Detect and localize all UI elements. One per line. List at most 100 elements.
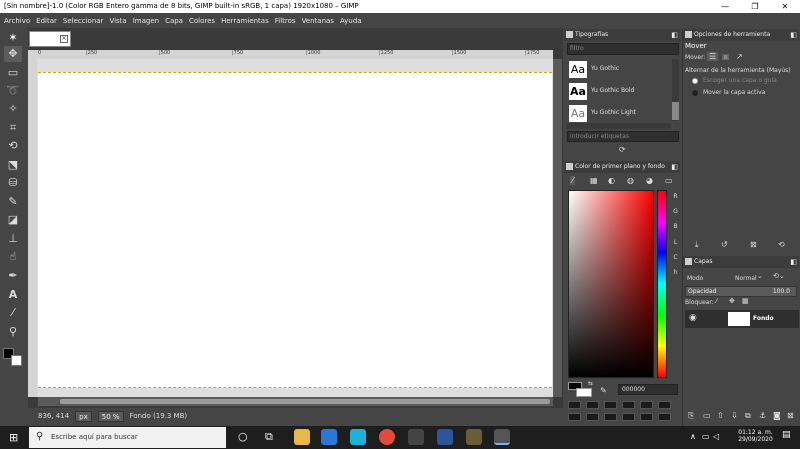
color-history-swatch[interactable] xyxy=(622,401,635,409)
duplicate-layer-icon[interactable]: ⧉ xyxy=(745,411,751,421)
color-history-icon[interactable]: ✎ xyxy=(600,386,607,395)
panel-menu-icon[interactable]: ◧ xyxy=(790,29,797,41)
unified-transform-tool-icon[interactable]: ⟲ xyxy=(4,138,22,154)
menu-ventanas[interactable]: Ventanas xyxy=(302,17,334,25)
wheel-selector-icon[interactable]: ◕ xyxy=(646,176,653,185)
color-history-swatch[interactable] xyxy=(604,413,617,421)
pick-layer-label[interactable]: Escoger una capa o guía xyxy=(703,77,777,84)
menu-archivo[interactable]: Archivo xyxy=(4,17,30,25)
lock-pixels-icon[interactable]: ⁄ xyxy=(716,297,717,305)
zoom-app-icon[interactable] xyxy=(350,429,366,445)
color-history-swatch[interactable] xyxy=(622,413,635,421)
restore-tool-preset-icon[interactable]: ↺ xyxy=(721,240,728,249)
color-gradient-picker[interactable] xyxy=(568,190,654,378)
text-tool-icon[interactable]: A xyxy=(4,287,22,303)
hue-slider[interactable] xyxy=(657,190,667,378)
font-list-item[interactable]: Aa Yu Gothic xyxy=(567,59,671,80)
font-tags-input[interactable]: introducir etiquetas xyxy=(567,131,679,142)
layer-row[interactable]: ◉ Fondo xyxy=(685,310,799,328)
move-tool-icon[interactable]: ✥ xyxy=(4,46,22,62)
watercolor-selector-icon[interactable]: ◍ xyxy=(627,176,634,185)
background-color-swatch[interactable] xyxy=(11,355,22,366)
task-view-icon[interactable]: ⧉ xyxy=(265,430,273,444)
zoom-select[interactable]: 50 % xyxy=(97,410,124,422)
menu-filtros[interactable]: Filtros xyxy=(275,17,296,25)
scales-selector-icon[interactable]: ▭ xyxy=(665,176,673,185)
move-layer-mode-icon[interactable]: ☰ xyxy=(707,52,719,61)
color-history-swatch[interactable] xyxy=(604,401,617,409)
unit-select[interactable]: px xyxy=(75,410,92,422)
vertical-scrollbar[interactable] xyxy=(553,59,562,397)
lock-position-icon[interactable]: ✥ xyxy=(729,297,735,305)
channel-h[interactable]: h xyxy=(671,266,680,279)
channel-l[interactable]: L xyxy=(671,236,680,249)
lock-alpha-icon[interactable]: ▦ xyxy=(742,297,749,305)
gimp-active-window-icon[interactable] xyxy=(494,429,510,445)
menu-capa[interactable]: Capa xyxy=(165,17,183,25)
battery-icon[interactable]: ▭ xyxy=(702,432,710,441)
word-icon[interactable] xyxy=(437,429,453,445)
mail-icon[interactable] xyxy=(321,429,337,445)
color-history-swatch[interactable] xyxy=(568,401,581,409)
save-tool-preset-icon[interactable]: ⤓ xyxy=(695,240,699,250)
panel-menu-icon[interactable]: ◧ xyxy=(671,29,678,41)
color-picker-tool-icon[interactable]: ⁄ xyxy=(4,305,22,321)
zoom-tool-icon[interactable]: ⚲ xyxy=(4,324,22,340)
cortana-icon[interactable]: ○ xyxy=(238,430,248,443)
menu-vista[interactable]: Vista xyxy=(109,17,126,25)
taskbar-search-input[interactable]: Escribe aquí para buscar xyxy=(29,427,226,448)
menu-ayuda[interactable]: Ayuda xyxy=(340,17,362,25)
reset-tool-options-icon[interactable]: ⟲ xyxy=(778,240,785,249)
move-selection-mode-icon[interactable]: ▣ xyxy=(722,52,730,61)
fuzzy-select-tool-icon[interactable]: ✧ xyxy=(4,101,22,117)
panel-menu-icon[interactable]: ◧ xyxy=(790,256,797,268)
file-explorer-icon[interactable] xyxy=(294,429,310,445)
close-image-tab-icon[interactable]: ✕ xyxy=(60,35,68,43)
swap-colors-icon[interactable]: ⇆ xyxy=(588,380,593,387)
menu-editar[interactable]: Editar xyxy=(36,17,57,25)
paths-tool-icon[interactable]: ✒ xyxy=(4,268,22,284)
clone-tool-icon[interactable]: ⊥ xyxy=(4,231,22,247)
cmyk-scales-icon[interactable]: ▦ xyxy=(590,176,598,185)
minimize-button[interactable]: — xyxy=(710,0,740,13)
clock[interactable]: 01:12 a. m. 29/09/2020 xyxy=(733,429,778,443)
tray-chevron-icon[interactable]: ∧ xyxy=(690,432,696,441)
color-history-swatch[interactable] xyxy=(658,401,671,409)
menu-colores[interactable]: Colores xyxy=(189,17,215,25)
color-history-swatch[interactable] xyxy=(640,413,653,421)
anchor-layer-icon[interactable]: ⚓ xyxy=(759,411,766,420)
smudge-tool-icon[interactable]: ☝ xyxy=(4,249,22,265)
warp-tool-icon[interactable]: ⬔ xyxy=(4,157,22,173)
notifications-icon[interactable]: ▤ xyxy=(782,430,791,440)
delete-layer-icon[interactable]: ⊠ xyxy=(787,411,794,420)
color-history-swatch[interactable] xyxy=(568,413,581,421)
opacity-slider[interactable]: Opacidad 100.0 xyxy=(685,286,797,297)
color-history-swatch[interactable] xyxy=(658,413,671,421)
horizontal-ruler[interactable]: 0 |250 |500 |750 |1000 |1250 |1500 |1750 xyxy=(38,50,553,59)
new-layer-group-icon[interactable]: ▭ xyxy=(703,411,711,420)
font-list-scroll-thumb[interactable] xyxy=(672,102,679,120)
eraser-tool-icon[interactable]: ◪ xyxy=(4,212,22,228)
image-canvas[interactable] xyxy=(38,72,552,388)
lasso-tool-icon[interactable]: ➰ xyxy=(4,83,22,99)
maximize-button[interactable]: ❐ xyxy=(740,0,770,13)
channel-c[interactable]: C xyxy=(671,251,680,264)
font-list-hscrollbar[interactable] xyxy=(567,123,671,129)
menu-imagen[interactable]: Imagen xyxy=(133,17,159,25)
crop-tool-icon[interactable]: ⌗ xyxy=(4,120,22,136)
layer-visibility-eye-icon[interactable]: ◉ xyxy=(689,313,697,323)
rect-select-tool-icon[interactable]: ▭ xyxy=(4,65,22,81)
composite-mode-icon[interactable]: ⟲⌄ xyxy=(773,272,785,280)
gimp-icon[interactable] xyxy=(466,429,482,445)
vertical-ruler[interactable] xyxy=(28,59,37,397)
font-list-item[interactable]: Aa Yu Gothic Light xyxy=(567,103,671,124)
volume-icon[interactable]: ◁ xyxy=(713,432,719,441)
font-list-item[interactable]: Aa Yu Gothic Bold xyxy=(567,81,671,102)
windows-start-icon[interactable]: ⊞ xyxy=(9,431,18,444)
horizontal-scroll-thumb[interactable] xyxy=(60,399,550,404)
move-active-layer-radio[interactable] xyxy=(692,90,698,96)
menu-herramientas[interactable]: Herramientas xyxy=(221,17,269,25)
menu-seleccionar[interactable]: Seleccionar xyxy=(63,17,104,25)
pick-layer-radio[interactable] xyxy=(692,78,698,84)
channel-g[interactable]: G xyxy=(671,205,680,218)
